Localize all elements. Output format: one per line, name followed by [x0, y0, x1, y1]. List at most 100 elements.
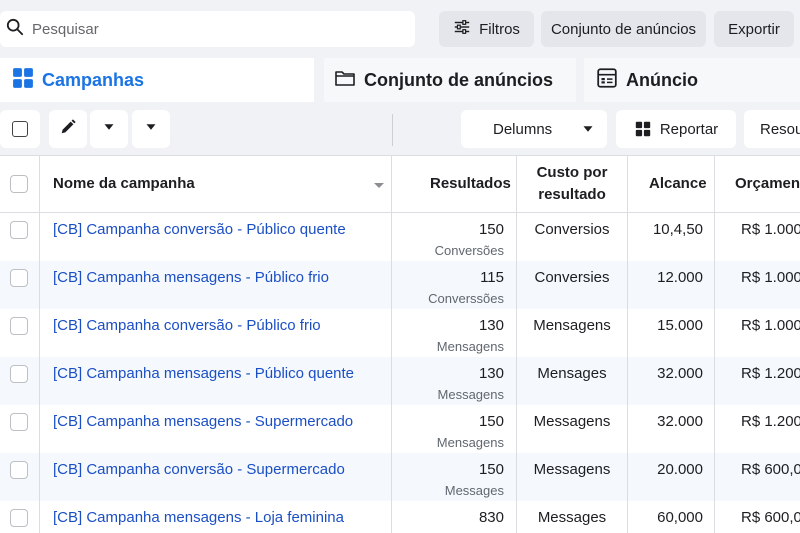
- results-type: Mensagens: [436, 435, 504, 450]
- budget-value: R$ 1.200,: [741, 413, 800, 430]
- campaign-name-link[interactable]: [CB] Campanha mensagens - Público quente: [53, 365, 354, 382]
- table-row[interactable]: [CB] Campanha conversão - Público quente…: [0, 213, 800, 261]
- row-checkbox[interactable]: [10, 317, 28, 335]
- tab-adsets[interactable]: Conjunto de anúncios: [324, 58, 576, 102]
- grid-icon: [12, 67, 42, 94]
- more-dropdown-2[interactable]: [132, 110, 170, 148]
- table-row[interactable]: [CB] Campanha conversão - Público frio 13…: [0, 309, 800, 357]
- export-label: Exportir: [728, 20, 780, 38]
- campaign-name-link[interactable]: [CB] Campanha mensagens - Supermercado: [53, 413, 353, 430]
- edit-button[interactable]: [49, 110, 87, 148]
- cost-per-result: Mensagens: [533, 317, 611, 334]
- budget-value: R$ 1.200,: [741, 365, 800, 382]
- header-cost-line2[interactable]: resultado: [517, 184, 627, 206]
- tab-campaigns-label: Campanhas: [42, 69, 145, 90]
- campaign-name-link[interactable]: [CB] Campanha conversão - Supermercado: [53, 461, 345, 478]
- more-dropdown-1[interactable]: [90, 110, 128, 148]
- filters-button[interactable]: Filtros: [439, 11, 534, 47]
- sort-caret-icon[interactable]: [372, 178, 386, 192]
- budget-value: R$ 600,0: [741, 461, 800, 478]
- header-budget[interactable]: Orçament: [735, 173, 800, 195]
- col-divider: [516, 156, 517, 533]
- table-row[interactable]: [CB] Campanha mensagens - Supermercado 15…: [0, 405, 800, 453]
- caret-down-icon: [142, 118, 160, 140]
- reach-value: 60,000: [657, 509, 703, 526]
- results-value: 150: [478, 413, 504, 430]
- col-divider: [627, 156, 628, 533]
- columns-label: Delumns: [493, 120, 553, 138]
- pencil-icon: [59, 118, 77, 140]
- reach-value: 10,4,50: [652, 221, 703, 238]
- adsets-button-label: Conjunto de anúncios: [550, 20, 697, 38]
- header-cost-line1[interactable]: Custo por: [517, 162, 627, 184]
- results-value: 150: [478, 461, 504, 478]
- row-checkbox[interactable]: [10, 221, 28, 239]
- results-value: 115: [480, 269, 504, 286]
- report-label: Reportar: [659, 120, 719, 138]
- table-row[interactable]: [CB] Campanha mensagens - Público quente…: [0, 357, 800, 405]
- table-header: Nome da campanha Resultados Custo por re…: [0, 156, 800, 213]
- row-checkbox[interactable]: [10, 461, 28, 479]
- row-checkbox[interactable]: [10, 509, 28, 527]
- budget-value: R$ 1.000,: [741, 269, 800, 286]
- col-divider: [714, 156, 715, 533]
- col-divider: [39, 156, 40, 533]
- cost-per-result: Conversios: [534, 221, 610, 238]
- row-checkbox[interactable]: [10, 269, 28, 287]
- search-input[interactable]: [32, 20, 392, 38]
- caret-down-icon: [579, 120, 597, 142]
- header-reach[interactable]: Alcance: [649, 173, 707, 195]
- cost-per-result: Messagens: [533, 461, 611, 478]
- columns-dropdown[interactable]: Delumns: [461, 110, 607, 148]
- filters-icon: [453, 18, 479, 40]
- campaign-name-link[interactable]: [CB] Campanha conversão - Público frio: [53, 317, 321, 334]
- filters-label: Filtros: [479, 20, 520, 38]
- row-checkbox[interactable]: [10, 413, 28, 431]
- table-row[interactable]: [CB] Campanha conversão - Supermercado 15…: [0, 453, 800, 501]
- reach-value: 32.000: [657, 413, 703, 430]
- results-value: 130: [478, 365, 504, 382]
- adsets-button[interactable]: Conjunto de anúncios: [541, 11, 706, 47]
- campaign-name-link[interactable]: [CB] Campanha mensagens - Público frio: [53, 269, 329, 286]
- header-campaign-name[interactable]: Nome da campanha: [53, 173, 195, 195]
- resources-button[interactable]: Resou: [744, 110, 800, 148]
- cost-per-result: Messagens: [533, 413, 611, 430]
- results-value: 130: [478, 317, 504, 334]
- select-all-checkbox[interactable]: [12, 121, 28, 137]
- reach-value: 15.000: [657, 317, 703, 334]
- budget-value: R$ 1.000,: [741, 317, 800, 334]
- budget-value: R$ 600,0: [741, 509, 800, 526]
- results-type: Mensagens: [436, 339, 504, 354]
- tab-ads-label: Anúncio: [626, 69, 698, 90]
- table-row[interactable]: [CB] Campanha mensagens - Loja feminina 8…: [0, 501, 800, 533]
- folder-icon: [334, 67, 364, 94]
- results-type: Conversões: [434, 243, 504, 258]
- caret-down-icon: [100, 118, 118, 140]
- resources-label: Resou: [760, 120, 800, 138]
- tab-ads[interactable]: Anúncio: [584, 58, 800, 102]
- header-checkbox[interactable]: [10, 175, 28, 193]
- reach-value: 12.000: [657, 269, 703, 286]
- header-results[interactable]: Resultados: [430, 173, 511, 195]
- campaign-name-link[interactable]: [CB] Campanha conversão - Público quente: [53, 221, 346, 238]
- select-all-toolbar[interactable]: [0, 110, 40, 148]
- search-icon: [6, 18, 24, 41]
- results-value: 830: [478, 509, 504, 526]
- export-button[interactable]: Exportir: [714, 11, 794, 47]
- results-type: Messagens: [437, 387, 504, 402]
- cost-per-result: Conversies: [534, 269, 610, 286]
- table-row[interactable]: [CB] Campanha mensagens - Público frio 11…: [0, 261, 800, 309]
- ad-icon: [596, 67, 626, 94]
- reach-value: 20.000: [657, 461, 703, 478]
- report-grid-icon: [634, 120, 652, 138]
- results-type: Messages: [444, 483, 504, 498]
- search-box[interactable]: [0, 11, 415, 47]
- campaign-name-link[interactable]: [CB] Campanha mensagens - Loja feminina: [53, 509, 344, 526]
- report-button[interactable]: Reportar: [616, 110, 736, 148]
- budget-value: R$ 1.000,: [741, 221, 800, 238]
- results-type: Converssões: [428, 291, 504, 306]
- reach-value: 32.000: [657, 365, 703, 382]
- row-checkbox[interactable]: [10, 365, 28, 383]
- tab-campaigns[interactable]: Campanhas: [0, 58, 314, 102]
- campaigns-table: Nome da campanha Resultados Custo por re…: [0, 155, 800, 533]
